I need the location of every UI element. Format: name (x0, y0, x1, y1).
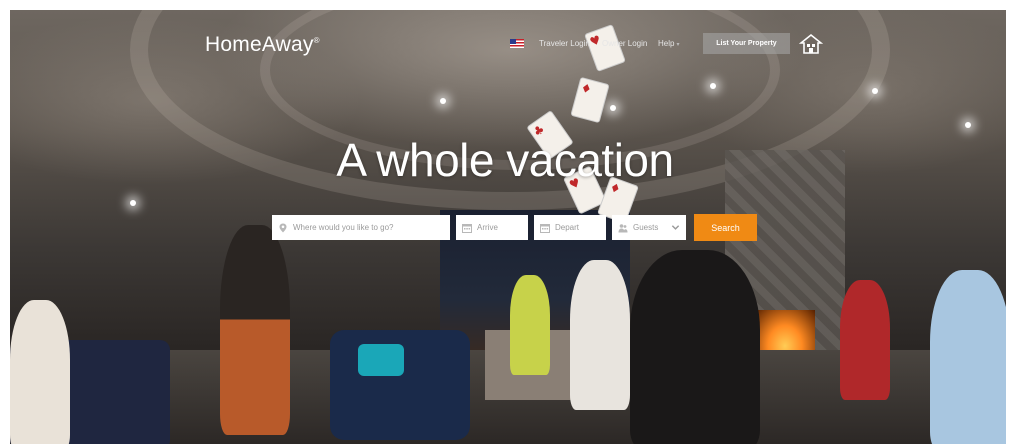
destination-placeholder: Where would you like to go? (293, 223, 394, 232)
us-flag-icon[interactable] (510, 39, 524, 48)
teal-pillow (358, 344, 404, 376)
ceiling-light (872, 88, 878, 94)
guests-placeholder: Guests (633, 223, 659, 232)
homeaway-logo[interactable]: HomeAway® (205, 33, 320, 57)
logo-registered-mark: ® (313, 36, 320, 45)
depart-placeholder: Depart (555, 223, 580, 232)
house-icon[interactable] (799, 32, 823, 56)
ceiling-light (610, 105, 616, 111)
ceiling-light (965, 122, 971, 128)
calendar-icon (540, 223, 550, 233)
fireplace-fire (755, 310, 815, 355)
person-red-pants (840, 280, 890, 400)
person-striped-shirt (10, 300, 70, 444)
depart-date-input[interactable]: Depart (534, 215, 606, 240)
arrive-placeholder: Arrive (477, 223, 498, 232)
chevron-down-icon: ▾ (676, 42, 680, 48)
help-label: Help (658, 39, 675, 48)
arrive-date-input[interactable]: Arrive (456, 215, 528, 240)
ceiling-light (440, 98, 446, 104)
owner-login-link[interactable]: Owner Login (602, 39, 647, 48)
ceiling-light (130, 200, 136, 206)
person-blue-shirt (930, 270, 1006, 444)
list-your-property-button[interactable]: List Your Property (703, 33, 790, 54)
hero-headline: A whole vacation (336, 134, 674, 186)
search-button[interactable]: Search (694, 214, 757, 241)
location-pin-icon (279, 223, 287, 232)
person-leather-jacket (630, 250, 760, 444)
person-yellow-dress (510, 275, 550, 375)
logo-text: HomeAway (205, 33, 314, 56)
destination-input[interactable]: Where would you like to go? (272, 215, 450, 240)
traveler-login-link[interactable]: Traveler Login (539, 39, 590, 48)
person-standing (220, 225, 290, 435)
chevron-down-icon (671, 225, 680, 230)
guests-icon (618, 223, 628, 232)
person-white-shirt (570, 260, 630, 410)
help-menu[interactable]: Help ▾ (658, 39, 679, 48)
calendar-icon (462, 223, 472, 233)
guests-select[interactable]: Guests (612, 215, 686, 240)
ceiling-light (710, 83, 716, 89)
